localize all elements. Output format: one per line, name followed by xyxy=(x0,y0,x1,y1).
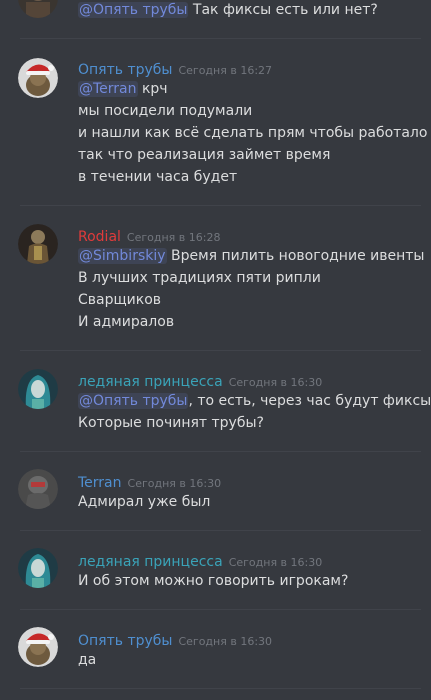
message-line: @Опять трубы Так фиксы есть или нет? xyxy=(78,2,378,18)
author-name[interactable]: ледяная принцесса xyxy=(78,554,223,570)
author-name[interactable]: Опять трубы xyxy=(78,633,172,649)
author-name[interactable]: Опять трубы xyxy=(78,62,172,78)
author-name[interactable]: ледяная принцесса xyxy=(78,374,223,390)
santa-hat-avatar-icon[interactable] xyxy=(18,58,58,98)
timestamp: Сегодня в 16:30 xyxy=(228,556,323,569)
message-line: В лучших традициях пяти рипли xyxy=(78,270,321,286)
timestamp: Сегодня в 16:30 xyxy=(178,635,273,648)
message-line: и нашли как всё сделать прям чтобы работ… xyxy=(78,125,428,141)
user-mention[interactable]: @Опять трубы xyxy=(78,393,189,409)
message-header: ледяная принцесса Сегодня в 16:30 xyxy=(78,551,322,570)
soldier-avatar-icon[interactable] xyxy=(18,469,58,509)
message-line: Адмирал уже был xyxy=(78,494,211,510)
santa-hat-avatar-icon[interactable] xyxy=(18,627,58,667)
author-name[interactable]: Terran xyxy=(78,475,122,491)
ice-princess-avatar-icon[interactable] xyxy=(18,369,58,409)
message-divider xyxy=(20,688,421,689)
message-header: Опять трубы Сегодня в 16:27 xyxy=(78,59,272,78)
message-divider xyxy=(20,451,421,452)
message-divider xyxy=(20,609,421,610)
ice-princess-avatar-icon[interactable] xyxy=(18,548,58,588)
message-line: в течении часа будет xyxy=(78,169,238,185)
timestamp: Сегодня в 16:27 xyxy=(178,64,273,77)
message-divider xyxy=(20,205,421,206)
message-header: Terran Сегодня в 16:30 xyxy=(78,472,221,491)
message-line: @Опять трубы, то есть, через час будут ф… xyxy=(78,393,431,409)
message-line: Которые починят трубы? xyxy=(78,415,264,431)
message-line: так что реализация займет время xyxy=(78,147,331,163)
user-mention[interactable]: @Simbirskiy xyxy=(78,248,167,264)
message-line: Сварщиков xyxy=(78,292,162,308)
partial-avatar-icon[interactable] xyxy=(18,0,58,18)
message-divider xyxy=(20,38,421,39)
timestamp: Сегодня в 16:28 xyxy=(126,231,221,244)
author-name[interactable]: Rodial xyxy=(78,229,121,245)
message-line: @Terran крч xyxy=(78,81,168,97)
message-line: да xyxy=(78,652,97,668)
message-text: Так фиксы есть или нет? xyxy=(188,2,378,18)
message-line: @Simbirskiy Время пилить новогодние ивен… xyxy=(78,248,424,264)
user-mention[interactable]: @Terran xyxy=(78,81,138,97)
message-line: И адмиралов xyxy=(78,314,175,330)
message-header: Rodial Сегодня в 16:28 xyxy=(78,226,220,245)
timestamp: Сегодня в 16:30 xyxy=(228,376,323,389)
message-line: И об этом можно говорить игрокам? xyxy=(78,573,349,589)
message-divider xyxy=(20,350,421,351)
timestamp: Сегодня в 16:30 xyxy=(127,477,222,490)
message-header: Опять трубы Сегодня в 16:30 xyxy=(78,630,272,649)
armored-figure-avatar-icon[interactable] xyxy=(18,224,58,264)
message-header: ледяная принцесса Сегодня в 16:30 xyxy=(78,371,322,390)
message-divider xyxy=(20,530,421,531)
user-mention[interactable]: @Опять трубы xyxy=(78,2,189,18)
message-text: Время пилить новогодние ивенты xyxy=(166,248,425,264)
message-line: мы посидели подумали xyxy=(78,103,253,119)
message-text: крч xyxy=(137,81,168,97)
message-text: , то есть, через час будут фиксы? xyxy=(188,393,431,409)
